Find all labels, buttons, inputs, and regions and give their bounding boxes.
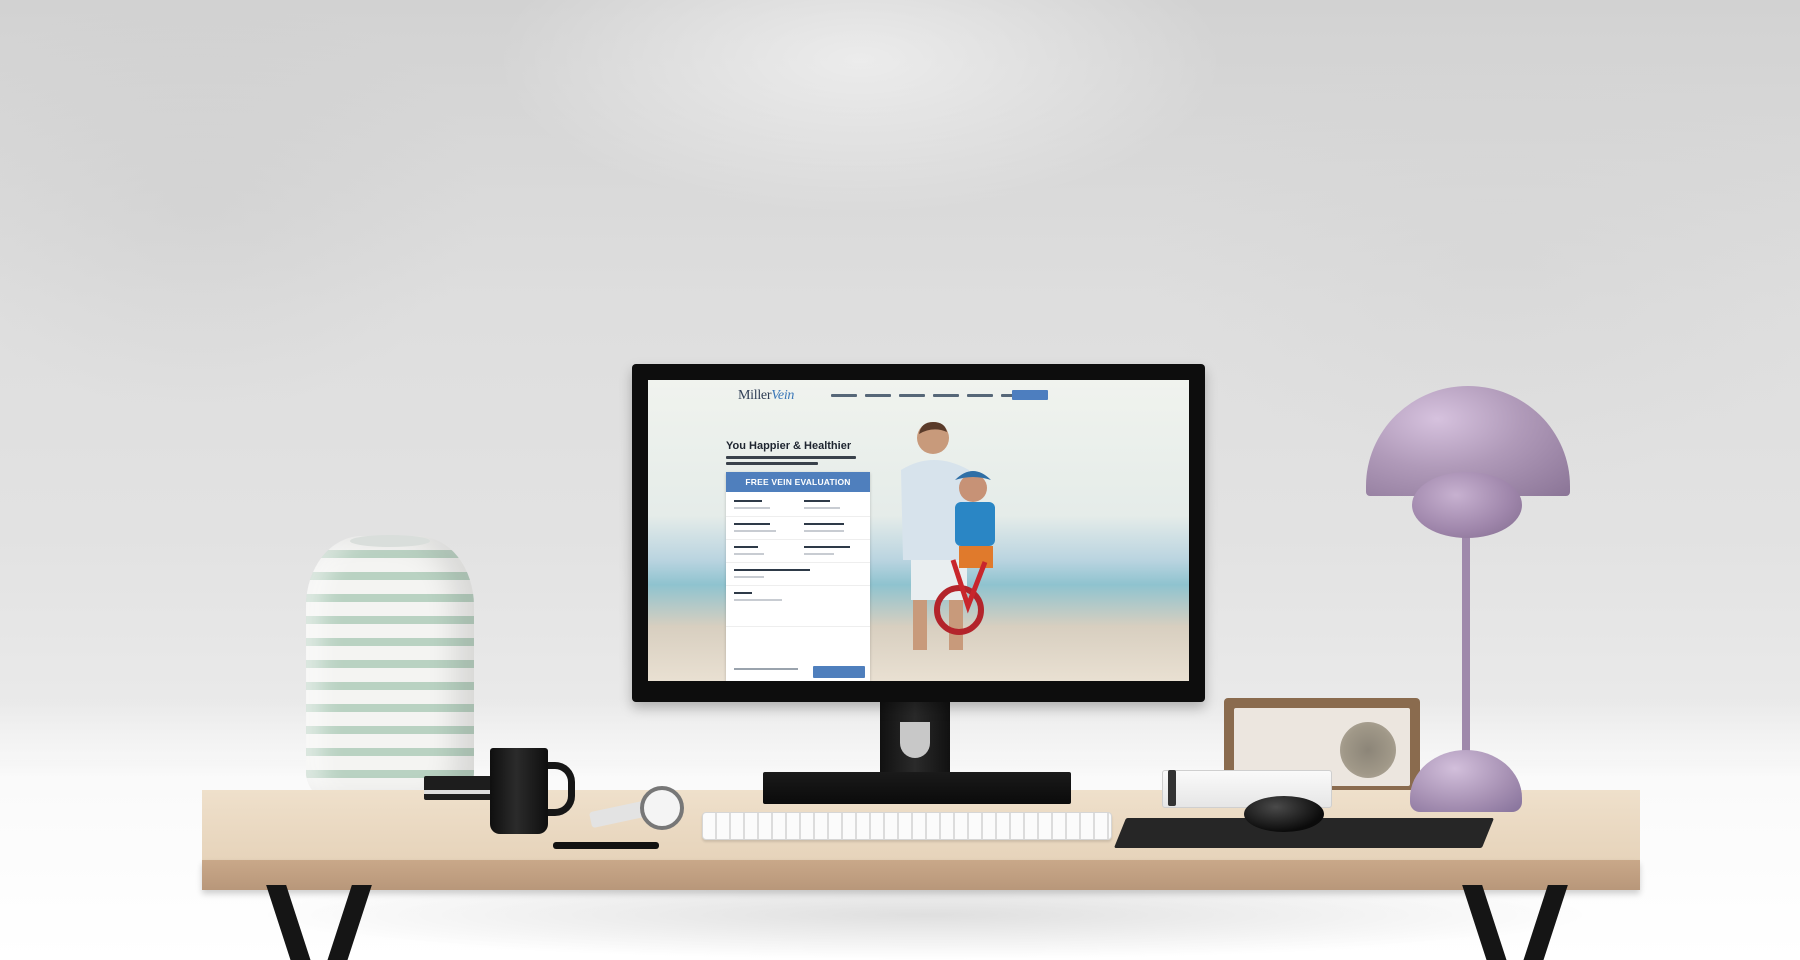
- black-mug: [490, 748, 548, 834]
- hero-photo: [901, 422, 995, 650]
- monitor-stand-base: [763, 772, 1071, 804]
- wristwatch: [640, 786, 684, 830]
- radio-speaker-grill: [1340, 722, 1396, 778]
- monitor: MillerVein You Happier & Healthier FREE …: [632, 364, 1205, 702]
- form-title: FREE VEIN EVALUATION: [726, 472, 870, 492]
- site-logo[interactable]: MillerVein: [738, 388, 794, 404]
- nav-item[interactable]: [933, 394, 959, 397]
- phone-button[interactable]: [1012, 390, 1048, 400]
- nav-item[interactable]: [865, 394, 891, 397]
- keyboard: [702, 812, 1112, 840]
- form-row[interactable]: [726, 517, 870, 540]
- desk-edge: [202, 860, 1640, 890]
- mouse: [1244, 796, 1324, 832]
- nav-item[interactable]: [967, 394, 993, 397]
- hero-copy-line: [726, 456, 856, 459]
- lamp-bulb: [1412, 472, 1522, 538]
- black-notebook: [424, 776, 500, 800]
- form-row[interactable]: [726, 540, 870, 563]
- striped-vase: [306, 536, 474, 802]
- binder-ring: [1168, 770, 1176, 806]
- form-row[interactable]: [726, 586, 870, 627]
- nav-item[interactable]: [831, 394, 857, 397]
- site-nav: [831, 392, 1027, 397]
- form-row[interactable]: [726, 563, 870, 586]
- notebook-pages: [424, 790, 500, 794]
- hero-copy-line: [726, 462, 818, 465]
- evaluation-form: FREE VEIN EVALUATION: [726, 472, 870, 681]
- logo-primary-text: Miller: [738, 388, 772, 403]
- monitor-stand-hole: [900, 722, 930, 758]
- schedule-button[interactable]: [813, 666, 865, 678]
- pen: [553, 842, 659, 849]
- hero-title: You Happier & Healthier: [726, 440, 852, 452]
- nav-item[interactable]: [899, 394, 925, 397]
- lamp-stem: [1462, 532, 1470, 764]
- desk-scene: MillerVein You Happier & Healthier FREE …: [0, 0, 1800, 960]
- monitor-screen: MillerVein You Happier & Healthier FREE …: [648, 380, 1189, 681]
- logo-accent-text: Vein: [771, 388, 795, 403]
- form-row[interactable]: [726, 494, 870, 517]
- form-disclaimer: [734, 668, 798, 670]
- vase-neck: [350, 535, 430, 547]
